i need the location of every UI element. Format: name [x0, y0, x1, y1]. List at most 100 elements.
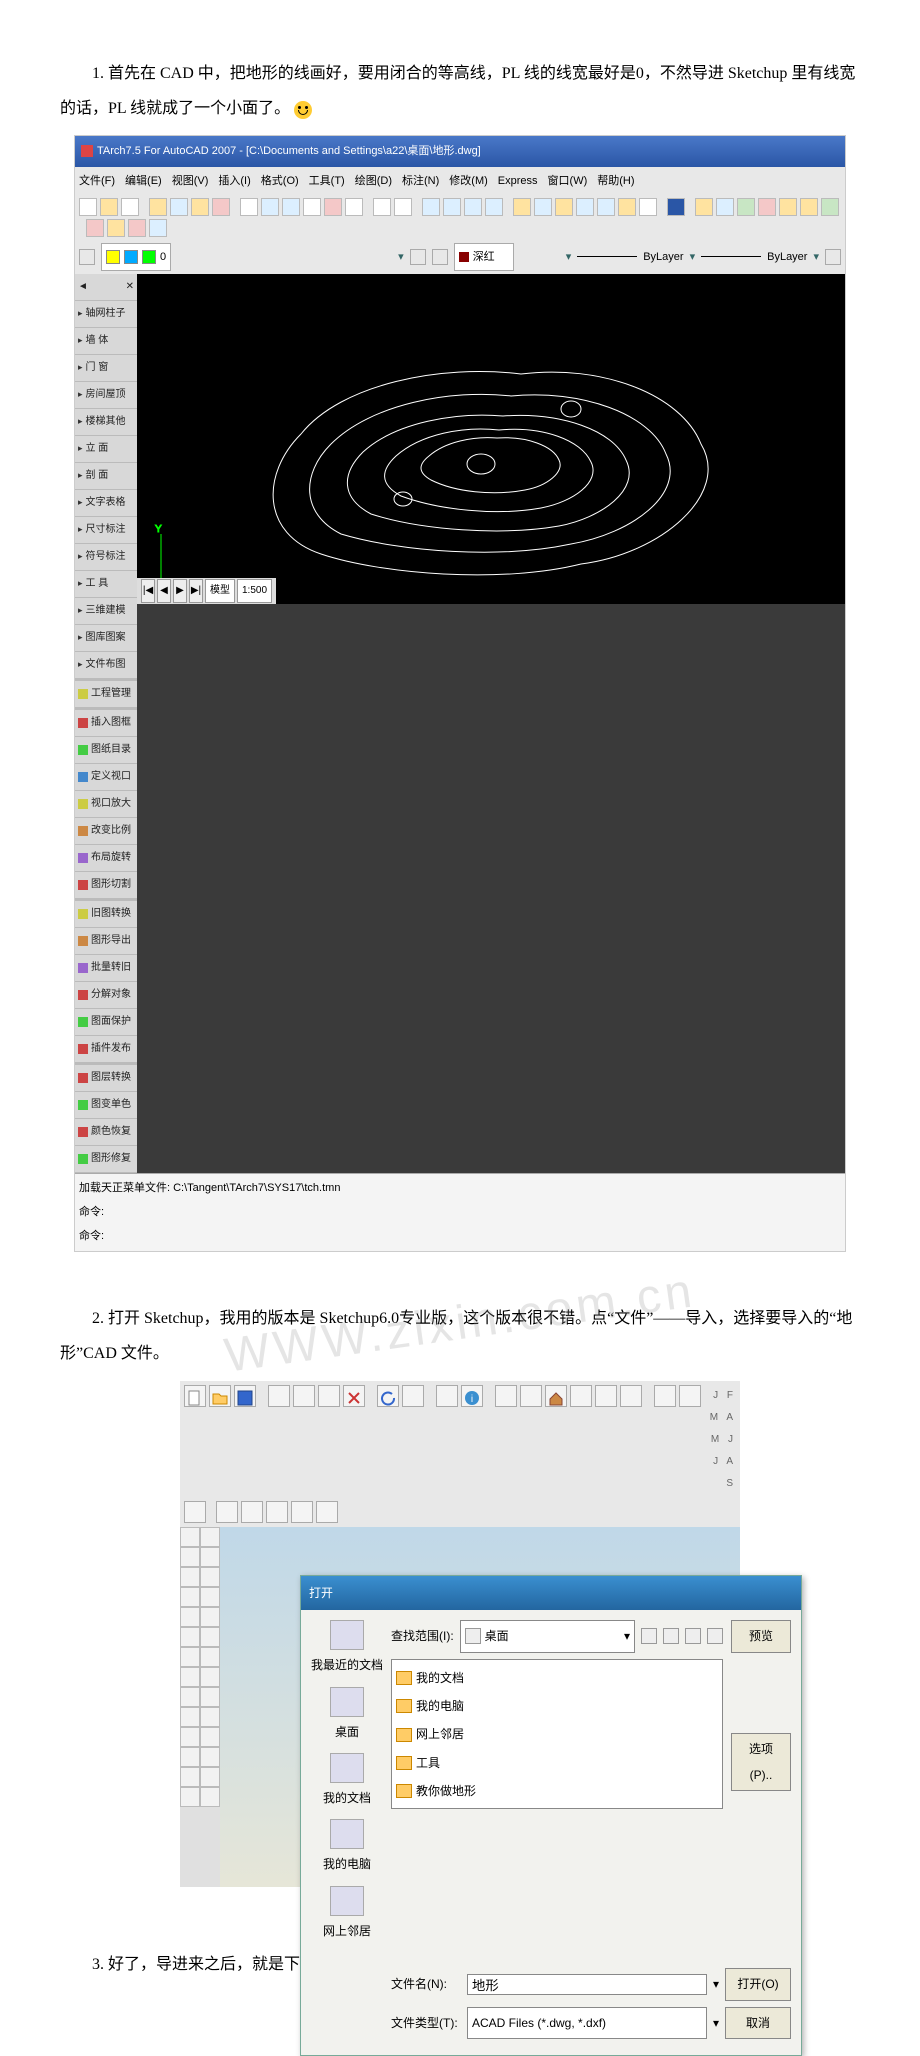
cad-menu-item[interactable]: 格式(O) [261, 169, 299, 193]
layer-tool-icon[interactable] [825, 249, 841, 265]
su-tool-button[interactable] [200, 1667, 220, 1687]
toolbar-button[interactable] [100, 198, 118, 216]
cad-menu-item[interactable]: 插入(I) [218, 169, 250, 193]
model-tab[interactable]: 模型 [205, 579, 235, 603]
toolbar-button[interactable] [800, 198, 818, 216]
toolbar-button[interactable] [241, 1501, 263, 1523]
toolbar-button[interactable] [191, 198, 209, 216]
open-button[interactable]: 打开(O) [725, 1968, 791, 2000]
cad-side-item[interactable]: 视口放大 [75, 791, 137, 818]
redo-icon[interactable] [402, 1385, 424, 1407]
toolbar-button[interactable] [779, 198, 797, 216]
cad-side-item[interactable]: ▸门 窗 [75, 355, 137, 382]
toolbar-button[interactable] [534, 198, 552, 216]
toolbar-button[interactable] [373, 198, 391, 216]
preview-button[interactable]: 预览 [731, 1620, 791, 1652]
toolbar-button[interactable] [520, 1385, 542, 1407]
cad-side-item[interactable]: ▸文字表格 [75, 490, 137, 517]
toolbar-button[interactable] [716, 198, 734, 216]
cad-side-item[interactable]: ▸尺寸标注 [75, 517, 137, 544]
toolbar-button[interactable] [266, 1501, 288, 1523]
toolbar-button[interactable] [184, 1501, 206, 1523]
toolbar-button[interactable] [597, 198, 615, 216]
up-icon[interactable] [663, 1628, 679, 1644]
su-tool-button[interactable] [200, 1747, 220, 1767]
cad-side-item[interactable]: 图形修复 [75, 1146, 137, 1173]
toolbar-button[interactable] [212, 198, 230, 216]
toolbar-button[interactable] [394, 198, 412, 216]
toolbar-button[interactable] [695, 198, 713, 216]
options-button[interactable]: 选项(P).. [731, 1733, 791, 1792]
home-icon[interactable] [545, 1385, 567, 1407]
layer-icon[interactable] [79, 249, 95, 265]
toolbar-button[interactable] [316, 1501, 338, 1523]
paste-icon[interactable] [318, 1385, 340, 1407]
new-icon[interactable] [184, 1385, 206, 1407]
cad-side-item[interactable]: 插件发布 [75, 1036, 137, 1063]
toolbar-button[interactable] [121, 198, 139, 216]
cad-side-item[interactable]: 颜色恢复 [75, 1119, 137, 1146]
cad-side-item[interactable]: 批量转旧 [75, 955, 137, 982]
su-tool-button[interactable] [200, 1687, 220, 1707]
toolbar-button[interactable] [282, 198, 300, 216]
cad-side-item[interactable]: 图变单色 [75, 1092, 137, 1119]
layer-state-dropdown[interactable]: 0 [101, 243, 171, 271]
su-tool-button[interactable] [200, 1587, 220, 1607]
save-icon[interactable] [234, 1385, 256, 1407]
cad-side-item[interactable]: ▸符号标注 [75, 544, 137, 571]
tab-nav[interactable]: ▶ [173, 579, 187, 603]
model-tab[interactable]: 1:500 [237, 579, 272, 603]
cad-side-item[interactable]: 图纸目录 [75, 737, 137, 764]
cad-side-item[interactable]: ▸三维建模 [75, 598, 137, 625]
toolbar-button[interactable] [345, 198, 363, 216]
places-item[interactable]: 我的文档 [311, 1753, 383, 1811]
su-tool-button[interactable] [180, 1687, 200, 1707]
toolbar-button[interactable] [291, 1501, 313, 1523]
toolbar-button[interactable] [485, 198, 503, 216]
toolbar-button[interactable] [107, 219, 125, 237]
newfolder-icon[interactable] [685, 1628, 701, 1644]
cad-side-item[interactable]: ▸工 具 [75, 571, 137, 598]
su-tool-button[interactable] [180, 1587, 200, 1607]
su-tool-button[interactable] [200, 1607, 220, 1627]
cad-side-item[interactable]: ▸楼梯其他 [75, 409, 137, 436]
color-dropdown[interactable]: 深红 [454, 243, 514, 271]
toolbar-button[interactable] [758, 198, 776, 216]
toolbar-button[interactable] [513, 198, 531, 216]
cad-menu-item[interactable]: 帮助(H) [597, 169, 634, 193]
cad-menu-item[interactable]: 编辑(E) [125, 169, 162, 193]
cad-side-item[interactable]: 分解对象 [75, 982, 137, 1009]
toolbar-button[interactable] [679, 1385, 701, 1407]
cad-side-item[interactable]: ▸立 面 [75, 436, 137, 463]
places-item[interactable]: 桌面 [311, 1687, 383, 1745]
su-tool-button[interactable] [200, 1547, 220, 1567]
cad-side-item[interactable]: 图形导出 [75, 928, 137, 955]
toolbar-button[interactable] [170, 198, 188, 216]
undo-icon[interactable] [377, 1385, 399, 1407]
cad-side-item[interactable]: 图形切割 [75, 872, 137, 899]
toolbar-button[interactable] [555, 198, 573, 216]
cad-side-item[interactable]: ▸房间屋顶 [75, 382, 137, 409]
su-tool-button[interactable] [180, 1707, 200, 1727]
tab-nav[interactable]: |◀ [141, 579, 155, 603]
su-tool-button[interactable] [180, 1727, 200, 1747]
cad-side-item[interactable]: ▸文件布图 [75, 652, 137, 679]
cad-menu-item[interactable]: 工具(T) [309, 169, 345, 193]
toolbar-button[interactable] [464, 198, 482, 216]
file-list-item[interactable]: 网上邻居 [396, 1720, 718, 1748]
file-list-item[interactable]: 昆明轧钢厂项目 [396, 1806, 718, 1809]
toolbar-button[interactable] [324, 198, 342, 216]
su-tool-button[interactable] [180, 1647, 200, 1667]
toolbar-button[interactable] [79, 198, 97, 216]
cancel-button[interactable]: 取消 [725, 2007, 791, 2039]
delete-icon[interactable] [343, 1385, 365, 1407]
su-tool-button[interactable] [200, 1527, 220, 1547]
cad-side-item[interactable]: 改变比例 [75, 818, 137, 845]
su-tool-button[interactable] [180, 1627, 200, 1647]
cad-side-item[interactable]: 插入图框 [75, 710, 137, 737]
toolbar-button[interactable] [639, 198, 657, 216]
cad-side-item[interactable]: ▸墙 体 [75, 328, 137, 355]
toolbar-button[interactable] [595, 1385, 617, 1407]
su-tool-button[interactable] [200, 1567, 220, 1587]
cad-side-item[interactable]: ▸图库图案 [75, 625, 137, 652]
